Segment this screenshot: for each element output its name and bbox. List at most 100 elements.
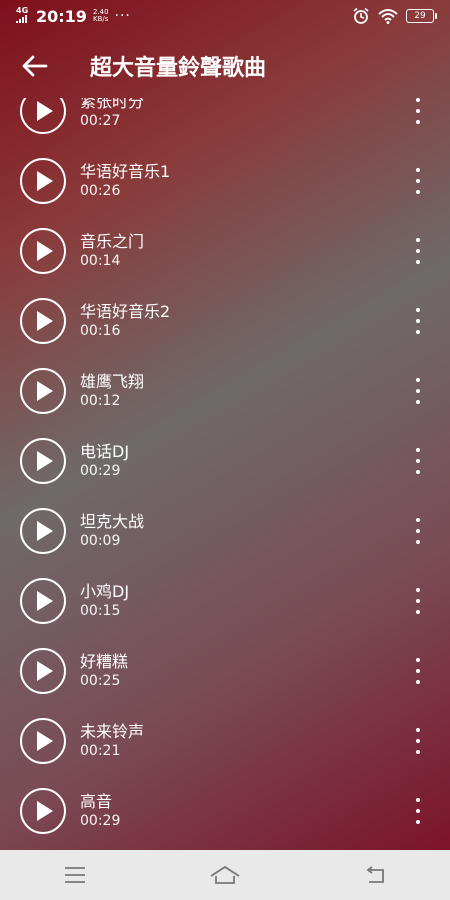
status-right: 29 xyxy=(352,7,437,25)
home-button[interactable] xyxy=(195,850,255,900)
more-options-icon[interactable] xyxy=(412,588,424,614)
song-title: 华语好音乐1 xyxy=(80,162,171,181)
arrow-left-icon xyxy=(22,55,48,77)
page-title: 超大音量鈴聲歌曲 xyxy=(90,56,267,81)
more-options-icon[interactable] xyxy=(412,238,424,264)
toolbar: 超大音量鈴聲歌曲 xyxy=(0,34,450,98)
play-icon xyxy=(37,661,53,681)
play-button[interactable] xyxy=(20,158,66,204)
play-button[interactable] xyxy=(20,788,66,834)
play-button[interactable] xyxy=(20,368,66,414)
song-info: 高音 00:29 xyxy=(80,792,120,830)
song-row[interactable]: 好糟糕 00:25 xyxy=(0,636,450,706)
song-duration: 00:29 xyxy=(80,463,121,479)
alarm-icon xyxy=(353,7,369,24)
home-icon xyxy=(210,865,240,884)
play-button[interactable] xyxy=(20,648,66,694)
song-row[interactable]: 雄鹰飞翔 00:12 xyxy=(0,356,450,426)
song-duration: 00:15 xyxy=(80,603,121,619)
play-button[interactable] xyxy=(20,718,66,764)
play-button[interactable] xyxy=(20,298,66,344)
status-left: 4G 20:19 2.40 KB/s ··· xyxy=(16,7,131,26)
signal-icon xyxy=(16,15,27,23)
song-duration: 00:21 xyxy=(80,743,121,759)
more-options-icon[interactable] xyxy=(412,98,424,124)
song-title: 小鸡DJ xyxy=(80,582,130,601)
system-back-button[interactable] xyxy=(345,850,405,900)
speed-unit: KB/s xyxy=(93,15,109,23)
song-row[interactable]: 未来铃声 00:21 xyxy=(0,706,450,776)
song-info: 华语好音乐1 00:26 xyxy=(80,162,170,200)
more-options-icon[interactable] xyxy=(412,728,424,754)
song-duration: 00:29 xyxy=(80,813,121,829)
song-title: 电话DJ xyxy=(80,442,130,461)
song-title: 高音 xyxy=(80,792,113,811)
network-speed: 2.40 KB/s xyxy=(93,9,109,23)
network-indicator: 4G xyxy=(16,7,30,25)
menu-button[interactable] xyxy=(45,850,105,900)
song-info: 未来铃声 00:21 xyxy=(80,722,144,760)
more-options-icon[interactable] xyxy=(412,658,424,684)
song-row[interactable]: 音乐之门 00:14 xyxy=(0,216,450,286)
song-title: 未来铃声 xyxy=(80,722,145,741)
song-duration: 00:09 xyxy=(80,533,121,549)
song-info: 音乐之门 00:14 xyxy=(80,232,144,270)
play-button[interactable] xyxy=(20,508,66,554)
song-duration: 00:14 xyxy=(80,253,121,269)
song-list[interactable]: 紧张时分 00:27 华语好音乐1 00:26 音乐之门 00:14 华语好音乐2 00:16… xyxy=(0,98,450,850)
song-row[interactable]: 华语好音乐1 00:26 xyxy=(0,146,450,216)
play-button[interactable] xyxy=(20,228,66,274)
song-duration: 00:12 xyxy=(80,393,121,409)
play-icon xyxy=(37,591,53,611)
song-title: 华语好音乐2 xyxy=(80,302,171,321)
play-icon xyxy=(37,101,53,121)
song-row[interactable]: 紧张时分 00:27 xyxy=(0,98,450,146)
battery-icon: 29 xyxy=(406,9,437,23)
more-options-icon[interactable] xyxy=(412,168,424,194)
song-duration: 00:25 xyxy=(80,673,121,689)
song-list-inner: 紧张时分 00:27 华语好音乐1 00:26 音乐之门 00:14 华语好音乐2 00:16… xyxy=(0,98,450,846)
play-icon xyxy=(37,451,53,471)
song-info: 小鸡DJ 00:15 xyxy=(80,582,129,620)
more-options-icon[interactable] xyxy=(412,308,424,334)
more-options-icon[interactable] xyxy=(412,448,424,474)
song-row[interactable]: 高音 00:29 xyxy=(0,776,450,846)
more-options-icon[interactable] xyxy=(412,518,424,544)
navigation-bar xyxy=(0,850,450,900)
play-icon xyxy=(37,521,53,541)
play-icon xyxy=(37,381,53,401)
song-row[interactable]: 华语好音乐2 00:16 xyxy=(0,286,450,356)
song-info: 坦克大战 00:09 xyxy=(80,512,144,550)
play-button[interactable] xyxy=(20,98,66,134)
song-duration: 00:26 xyxy=(80,183,121,199)
play-button[interactable] xyxy=(20,578,66,624)
play-icon xyxy=(37,801,53,821)
song-info: 好糟糕 00:25 xyxy=(80,652,128,690)
more-options-icon[interactable] xyxy=(412,378,424,404)
song-title: 坦克大战 xyxy=(80,512,145,531)
song-duration: 00:27 xyxy=(80,113,121,129)
song-row[interactable]: 电话DJ 00:29 xyxy=(0,426,450,496)
play-icon xyxy=(37,311,53,331)
song-info: 电话DJ 00:29 xyxy=(80,442,129,480)
song-title: 紧张时分 xyxy=(80,98,145,111)
play-button[interactable] xyxy=(20,438,66,484)
more-notifications: ··· xyxy=(114,8,131,24)
song-title: 雄鹰飞翔 xyxy=(80,372,145,391)
song-info: 雄鹰飞翔 00:12 xyxy=(80,372,144,410)
song-row[interactable]: 小鸡DJ 00:15 xyxy=(0,566,450,636)
back-icon xyxy=(366,866,384,883)
network-type: 4G xyxy=(16,6,29,15)
play-icon xyxy=(37,241,53,261)
song-info: 华语好音乐2 00:16 xyxy=(80,302,170,340)
play-icon xyxy=(37,171,53,191)
back-button[interactable] xyxy=(0,34,70,98)
menu-icon xyxy=(65,867,85,883)
more-options-icon[interactable] xyxy=(412,798,424,824)
song-title: 音乐之门 xyxy=(80,232,145,251)
status-time: 20:19 xyxy=(36,6,87,26)
song-info: 紧张时分 00:27 xyxy=(80,98,144,130)
song-title: 好糟糕 xyxy=(80,652,129,671)
song-row[interactable]: 坦克大战 00:09 xyxy=(0,496,450,566)
status-bar: 4G 20:19 2.40 KB/s ··· 29 xyxy=(0,0,450,32)
